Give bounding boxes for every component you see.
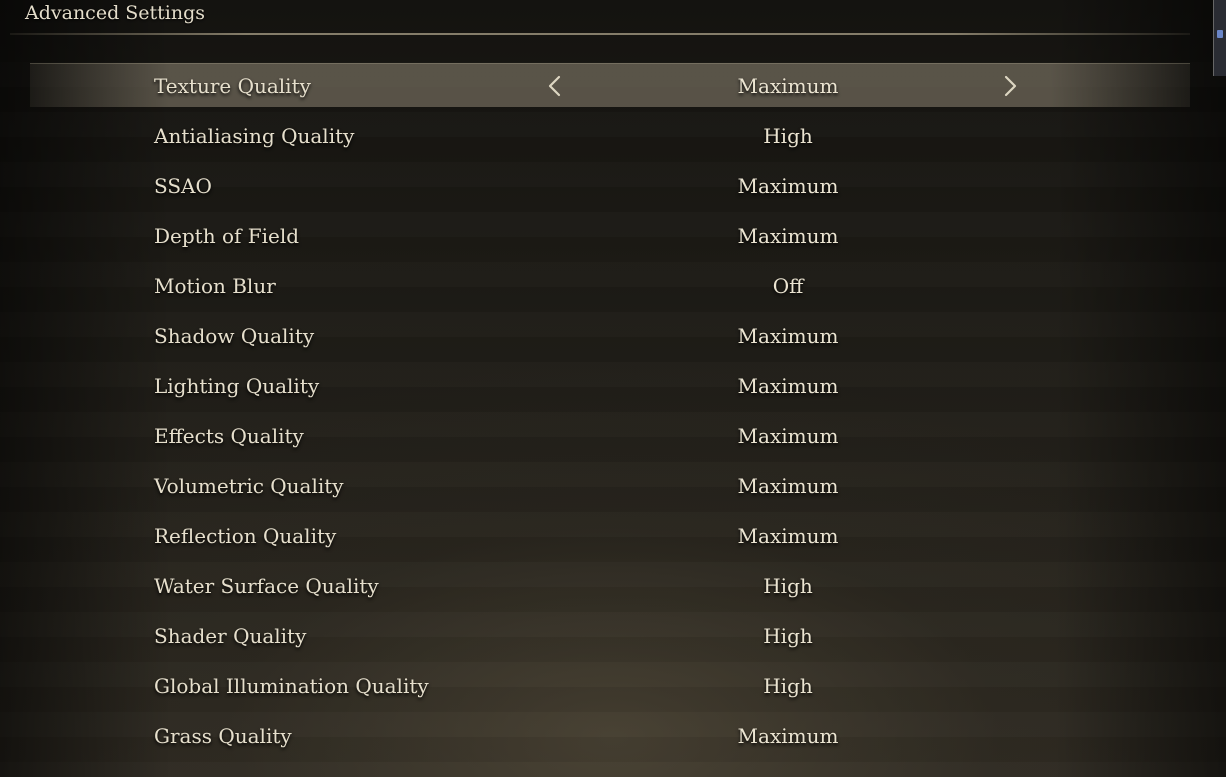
setting-label: Global Illumination Quality bbox=[154, 674, 429, 698]
setting-label: Effects Quality bbox=[154, 424, 304, 448]
setting-row-ssao[interactable]: SSAO Maximum bbox=[0, 161, 1226, 211]
setting-value: Maximum bbox=[737, 224, 839, 248]
setting-value: High bbox=[763, 574, 813, 598]
setting-row-lighting-quality[interactable]: Lighting Quality Maximum bbox=[0, 361, 1226, 411]
setting-label: Antialiasing Quality bbox=[154, 124, 355, 148]
setting-value: Maximum bbox=[737, 424, 839, 448]
setting-label: Grass Quality bbox=[154, 724, 292, 748]
setting-value: Maximum bbox=[737, 174, 839, 198]
settings-list: Texture Quality Maximum Antialiasing Qua… bbox=[0, 61, 1226, 761]
setting-value: Maximum bbox=[737, 524, 839, 548]
setting-row-shadow-quality[interactable]: Shadow Quality Maximum bbox=[0, 311, 1226, 361]
setting-label: Water Surface Quality bbox=[154, 574, 379, 598]
setting-label: Shader Quality bbox=[154, 624, 307, 648]
setting-label: Depth of Field bbox=[154, 224, 300, 248]
setting-value: High bbox=[763, 674, 813, 698]
setting-value: Maximum bbox=[737, 474, 839, 498]
setting-value: High bbox=[763, 624, 813, 648]
setting-row-effects-quality[interactable]: Effects Quality Maximum bbox=[0, 411, 1226, 461]
setting-label: Volumetric Quality bbox=[154, 474, 344, 498]
setting-label: Shadow Quality bbox=[154, 324, 315, 348]
setting-row-depth-of-field[interactable]: Depth of Field Maximum bbox=[0, 211, 1226, 261]
setting-row-antialiasing-quality[interactable]: Antialiasing Quality High bbox=[0, 111, 1226, 161]
setting-label: SSAO bbox=[154, 174, 212, 198]
setting-value: Maximum bbox=[737, 324, 839, 348]
setting-value: Maximum bbox=[737, 374, 839, 398]
setting-label: Motion Blur bbox=[154, 274, 276, 298]
setting-row-grass-quality[interactable]: Grass Quality Maximum bbox=[0, 711, 1226, 761]
chevron-right-icon[interactable] bbox=[999, 73, 1021, 99]
setting-value: Maximum bbox=[737, 724, 839, 748]
setting-label: Reflection Quality bbox=[154, 524, 337, 548]
setting-row-motion-blur[interactable]: Motion Blur Off bbox=[0, 261, 1226, 311]
setting-label: Lighting Quality bbox=[154, 374, 320, 398]
setting-label: Texture Quality bbox=[154, 74, 311, 98]
setting-row-water-surface-quality[interactable]: Water Surface Quality High bbox=[0, 561, 1226, 611]
setting-row-shader-quality[interactable]: Shader Quality High bbox=[0, 611, 1226, 661]
setting-row-global-illumination-quality[interactable]: Global Illumination Quality High bbox=[0, 661, 1226, 711]
setting-value: Off bbox=[772, 274, 804, 298]
setting-value: High bbox=[763, 124, 813, 148]
setting-row-reflection-quality[interactable]: Reflection Quality Maximum bbox=[0, 511, 1226, 561]
header-divider bbox=[10, 33, 1190, 35]
setting-row-texture-quality[interactable]: Texture Quality Maximum bbox=[0, 61, 1226, 111]
setting-value: Maximum bbox=[737, 74, 839, 98]
chevron-left-icon[interactable] bbox=[544, 73, 566, 99]
setting-row-volumetric-quality[interactable]: Volumetric Quality Maximum bbox=[0, 461, 1226, 511]
header: Advanced Settings bbox=[0, 0, 1210, 38]
page-title: Advanced Settings bbox=[25, 2, 206, 24]
